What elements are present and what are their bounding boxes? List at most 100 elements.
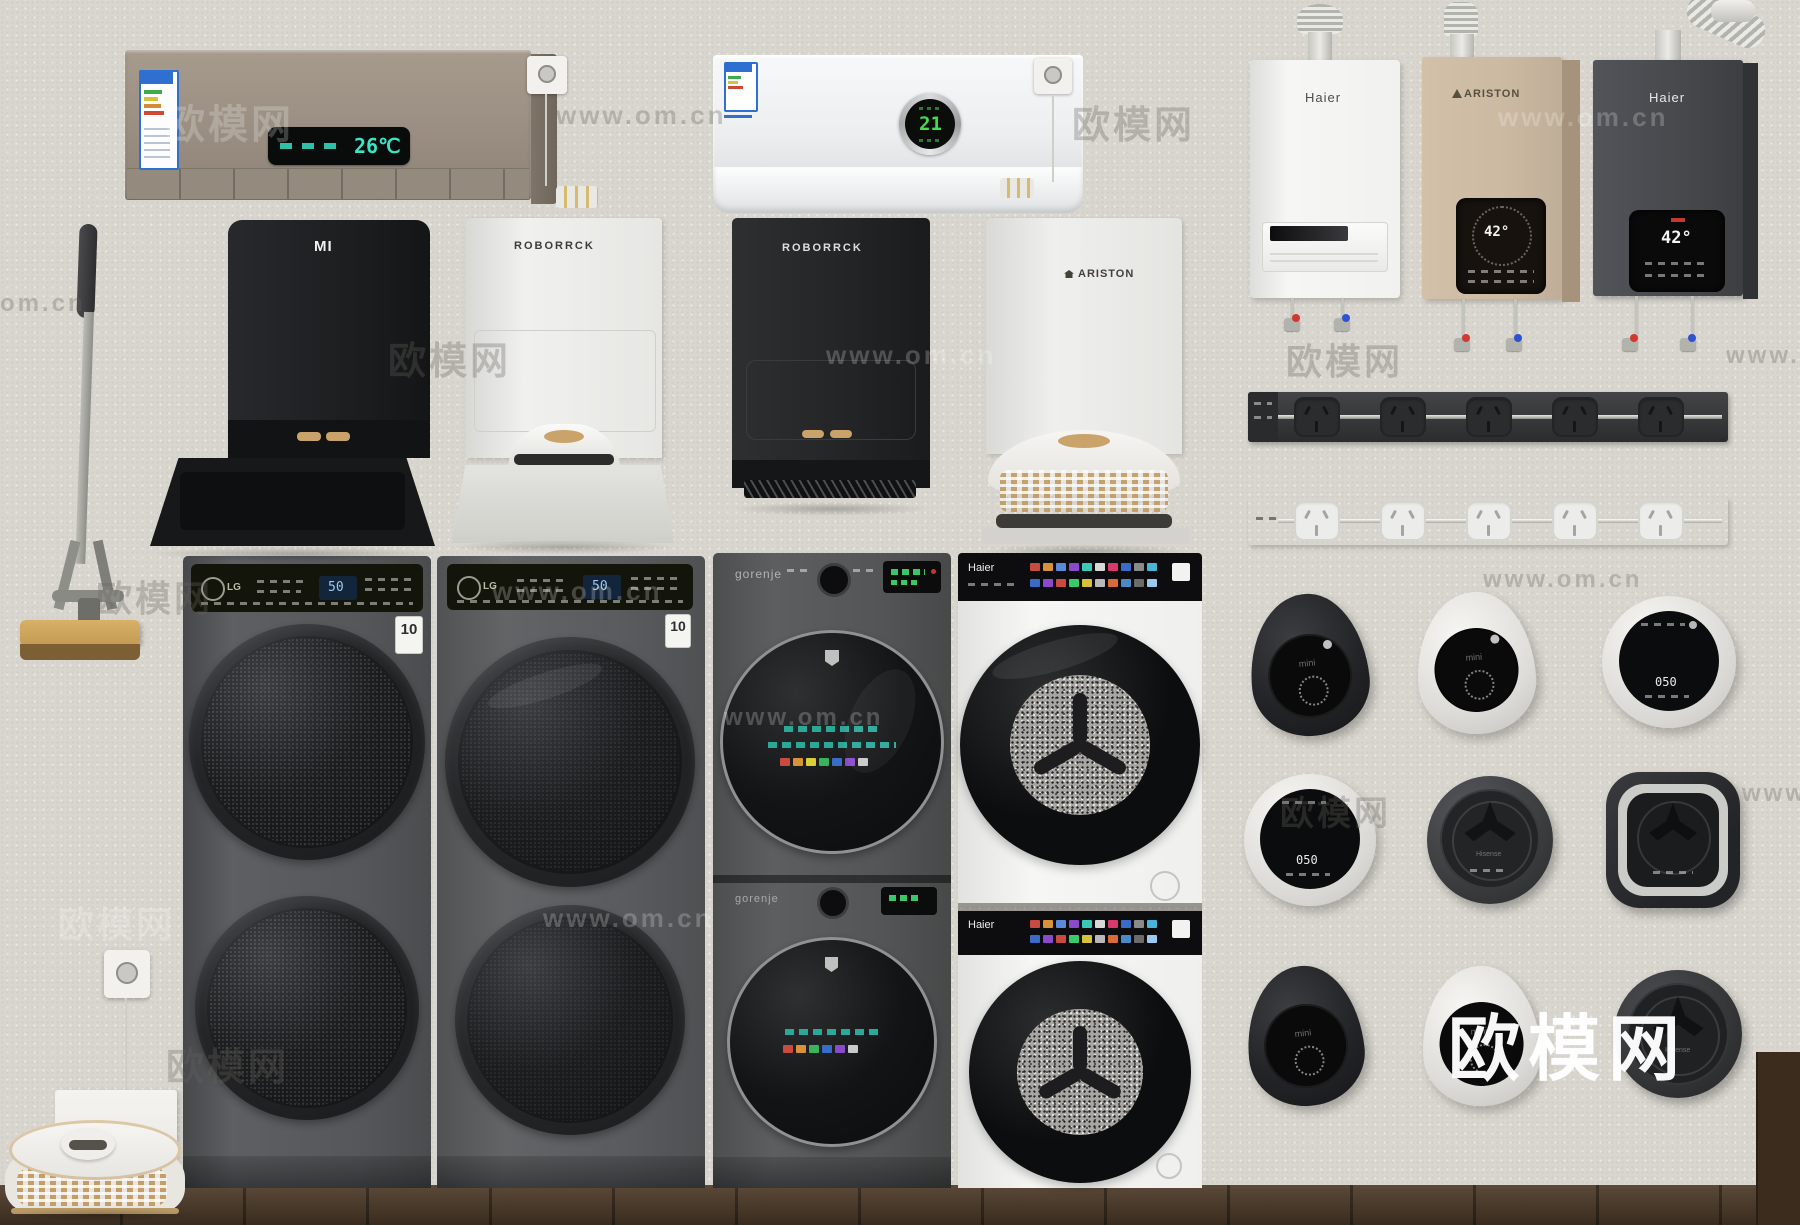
label-bar-red xyxy=(144,111,164,115)
vent-cap xyxy=(1711,0,1755,22)
brand-label: LG xyxy=(227,582,241,593)
mijia-shield-icon xyxy=(825,650,839,666)
warranty-badge: 10 xyxy=(395,616,423,654)
mini-washer-teardrop-black-2: mini xyxy=(1240,960,1370,1111)
control-panel: LG 50 xyxy=(191,564,423,612)
brand-label: Haier xyxy=(968,562,994,574)
mini-washer-teardrop-white-2: mini xyxy=(1417,962,1544,1110)
socket-plug xyxy=(1044,66,1062,84)
valve-dot-red xyxy=(1292,314,1300,322)
mini-washer-round-white-2: 050 xyxy=(1244,774,1376,906)
washer-lg-2: LG 50 10 xyxy=(437,556,705,1188)
heater-display-panel: 42° xyxy=(1456,198,1546,294)
mini-dial xyxy=(1297,674,1330,707)
dock-base-tray xyxy=(452,465,674,543)
valve-dot-red xyxy=(1462,334,1470,342)
face-marks xyxy=(1286,873,1330,876)
vent-pipe xyxy=(1655,30,1681,64)
face-marks xyxy=(1641,623,1685,626)
valve-cold xyxy=(1506,338,1522,351)
mini-washer-teardrop-black: mini xyxy=(1243,588,1375,742)
display-face: 050 xyxy=(1260,789,1360,889)
brand-label: ARISTON xyxy=(1464,88,1520,100)
panel-color-buttons xyxy=(1030,563,1157,571)
outlet xyxy=(1294,397,1340,437)
ac-vane xyxy=(127,168,529,199)
panel-text xyxy=(457,600,683,603)
panel-text xyxy=(257,590,301,593)
outlet xyxy=(1466,501,1512,541)
dock-door-seam xyxy=(746,360,916,440)
panel-buttons xyxy=(1468,270,1534,273)
mop-grip xyxy=(76,224,97,319)
control-panel-lower: Haier xyxy=(958,911,1202,955)
outlet xyxy=(1380,397,1426,437)
panel-text xyxy=(365,578,413,581)
program-knob-lower xyxy=(817,887,849,919)
dock-door-seam xyxy=(474,330,656,432)
robot-dock-mi: MI xyxy=(150,220,435,550)
brand-label: LG xyxy=(483,581,497,592)
display-digits xyxy=(891,569,925,575)
mop-handle xyxy=(75,312,94,564)
charge-contact xyxy=(297,432,321,441)
valve-cold xyxy=(1680,338,1696,351)
badge-value: 10 xyxy=(396,621,422,638)
robot-gold-disk xyxy=(544,430,584,443)
mini-dial xyxy=(1469,1043,1501,1075)
temp-readout: 42° xyxy=(1484,224,1509,240)
robot-front-slot xyxy=(514,454,614,465)
brand-label: Haier xyxy=(1305,90,1341,105)
mini-dial xyxy=(1293,1044,1326,1077)
strip-logo-marks xyxy=(1256,517,1276,520)
valve-dot-red xyxy=(1630,334,1638,342)
brand-label: gorenje xyxy=(735,567,782,581)
washer-door-lower xyxy=(455,905,685,1135)
shadow xyxy=(0,1208,200,1222)
scene: 26℃ 欧模网 21 www.om.cn 欧模网 xyxy=(0,0,1800,1225)
panel-text xyxy=(517,579,569,582)
label-bar-green xyxy=(728,76,741,79)
detergent-dial xyxy=(1150,871,1180,901)
base-tray-inner xyxy=(180,472,405,530)
washer-base-line xyxy=(183,1156,431,1188)
label-bar-red xyxy=(728,86,743,89)
drum-paddle xyxy=(1037,1066,1084,1101)
face-marks xyxy=(1282,801,1326,804)
door-face: Hisense xyxy=(1440,789,1540,889)
lds-turret-band xyxy=(69,1140,107,1150)
mini-label: mini xyxy=(1465,652,1482,663)
stack-divider xyxy=(713,875,951,883)
valve-hot xyxy=(1454,338,1470,351)
water-heater-ariston: ARISTON 42° xyxy=(1422,2,1580,354)
mini-washer-round-dark: Hisense xyxy=(1427,776,1553,904)
power-cable xyxy=(1052,94,1054,182)
strip-logo-marks xyxy=(1254,416,1272,419)
valve-dot-blue xyxy=(1342,314,1350,322)
wall-socket xyxy=(1034,58,1072,94)
vent-cap xyxy=(1297,4,1343,34)
drum-paddle xyxy=(1077,739,1129,777)
brand-label: MI xyxy=(314,238,333,255)
warranty-badge: 10 xyxy=(665,614,691,648)
panel-lines xyxy=(1270,248,1378,262)
ramp-tread xyxy=(744,480,916,498)
washer-door-upper xyxy=(960,625,1200,865)
panel-color-buttons xyxy=(1030,920,1157,928)
washer-door-upper xyxy=(720,630,944,854)
washer-gorenje-stack: gorenje gorenje xyxy=(713,553,951,1188)
ac-display-icons xyxy=(280,143,346,149)
door-text-teal xyxy=(785,1029,879,1035)
mini-washer-round-white: 050 xyxy=(1602,596,1736,728)
robot-vacuum xyxy=(3,1116,189,1220)
washer-base-line xyxy=(437,1156,705,1188)
robot-dock-roborock-black: ROBORRCK xyxy=(732,218,930,508)
control-panel-upper: Haier xyxy=(958,553,1202,601)
vent-elbow xyxy=(1444,2,1478,36)
display-value: 050 xyxy=(1655,675,1677,689)
watermark: 欧模网 xyxy=(58,896,175,948)
panel-glass xyxy=(1270,226,1348,241)
panel-text xyxy=(201,602,413,605)
label-bar-green xyxy=(144,90,162,94)
drum-paddle xyxy=(1077,1066,1124,1101)
